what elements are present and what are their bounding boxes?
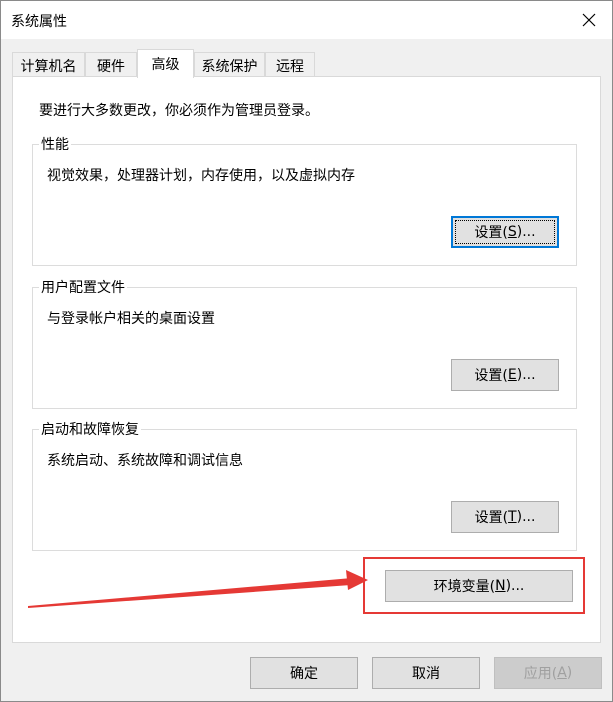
apply-button[interactable]: 应用(A) bbox=[494, 657, 602, 689]
tab-label: 硬件 bbox=[97, 59, 125, 75]
user-profiles-desc: 与登录帐户相关的桌面设置 bbox=[47, 311, 215, 327]
button-label-key: A bbox=[557, 665, 567, 681]
button-label-prefix: 设置( bbox=[474, 225, 508, 241]
close-icon bbox=[582, 13, 596, 27]
title-bar[interactable]: 系统属性 bbox=[1, 1, 612, 39]
tab-hardware[interactable]: 硬件 bbox=[85, 52, 137, 77]
button-label-suffix: ) bbox=[566, 665, 573, 681]
button-label-key: E bbox=[507, 367, 517, 383]
button-label-suffix: )... bbox=[516, 509, 536, 525]
performance-group: 性能 视觉效果，处理器计划，内存使用，以及虚拟内存 设置(S)... bbox=[32, 134, 577, 266]
user-profiles-group: 用户配置文件 与登录帐户相关的桌面设置 设置(E)... bbox=[32, 277, 577, 409]
tab-label: 系统保护 bbox=[201, 59, 258, 75]
user-profiles-settings-button[interactable]: 设置(E)... bbox=[451, 359, 559, 391]
button-label: 确定 bbox=[290, 666, 318, 682]
button-label-suffix: )... bbox=[516, 367, 536, 383]
ok-button[interactable]: 确定 bbox=[250, 657, 358, 689]
performance-desc: 视觉效果，处理器计划，内存使用，以及虚拟内存 bbox=[47, 168, 355, 184]
tab-computer-name[interactable]: 计算机名 bbox=[12, 52, 85, 77]
button-label-key: S bbox=[507, 224, 517, 240]
user-profiles-title: 用户配置文件 bbox=[39, 277, 127, 297]
button-label: 取消 bbox=[412, 666, 440, 682]
button-label-prefix: 应用( bbox=[523, 666, 558, 682]
cancel-button[interactable]: 取消 bbox=[372, 657, 480, 689]
startup-recovery-title: 启动和故障恢复 bbox=[39, 419, 141, 439]
tab-label: 高级 bbox=[151, 57, 180, 73]
button-label-suffix: )... bbox=[516, 224, 536, 240]
button-label-key: T bbox=[508, 509, 517, 525]
tab-remote[interactable]: 远程 bbox=[265, 52, 315, 77]
close-button[interactable] bbox=[566, 1, 612, 39]
button-label-prefix: 设置( bbox=[474, 510, 509, 526]
tab-label: 计算机名 bbox=[20, 59, 77, 75]
startup-recovery-desc: 系统启动、系统故障和调试信息 bbox=[47, 453, 243, 469]
tab-label: 远程 bbox=[276, 59, 304, 75]
window-title: 系统属性 bbox=[11, 14, 67, 30]
performance-settings-button[interactable]: 设置(S)... bbox=[451, 216, 559, 248]
startup-recovery-group: 启动和故障恢复 系统启动、系统故障和调试信息 设置(T)... bbox=[32, 419, 577, 551]
startup-recovery-settings-button[interactable]: 设置(T)... bbox=[451, 501, 559, 533]
button-label-prefix: 设置( bbox=[474, 368, 508, 384]
annotation-highlight-box bbox=[363, 557, 585, 614]
tab-system-protection[interactable]: 系统保护 bbox=[194, 52, 265, 77]
performance-title: 性能 bbox=[39, 134, 71, 154]
tab-advanced[interactable]: 高级 bbox=[137, 49, 194, 78]
admin-note: 要进行大多数更改，你必须作为管理员登录。 bbox=[39, 103, 319, 119]
